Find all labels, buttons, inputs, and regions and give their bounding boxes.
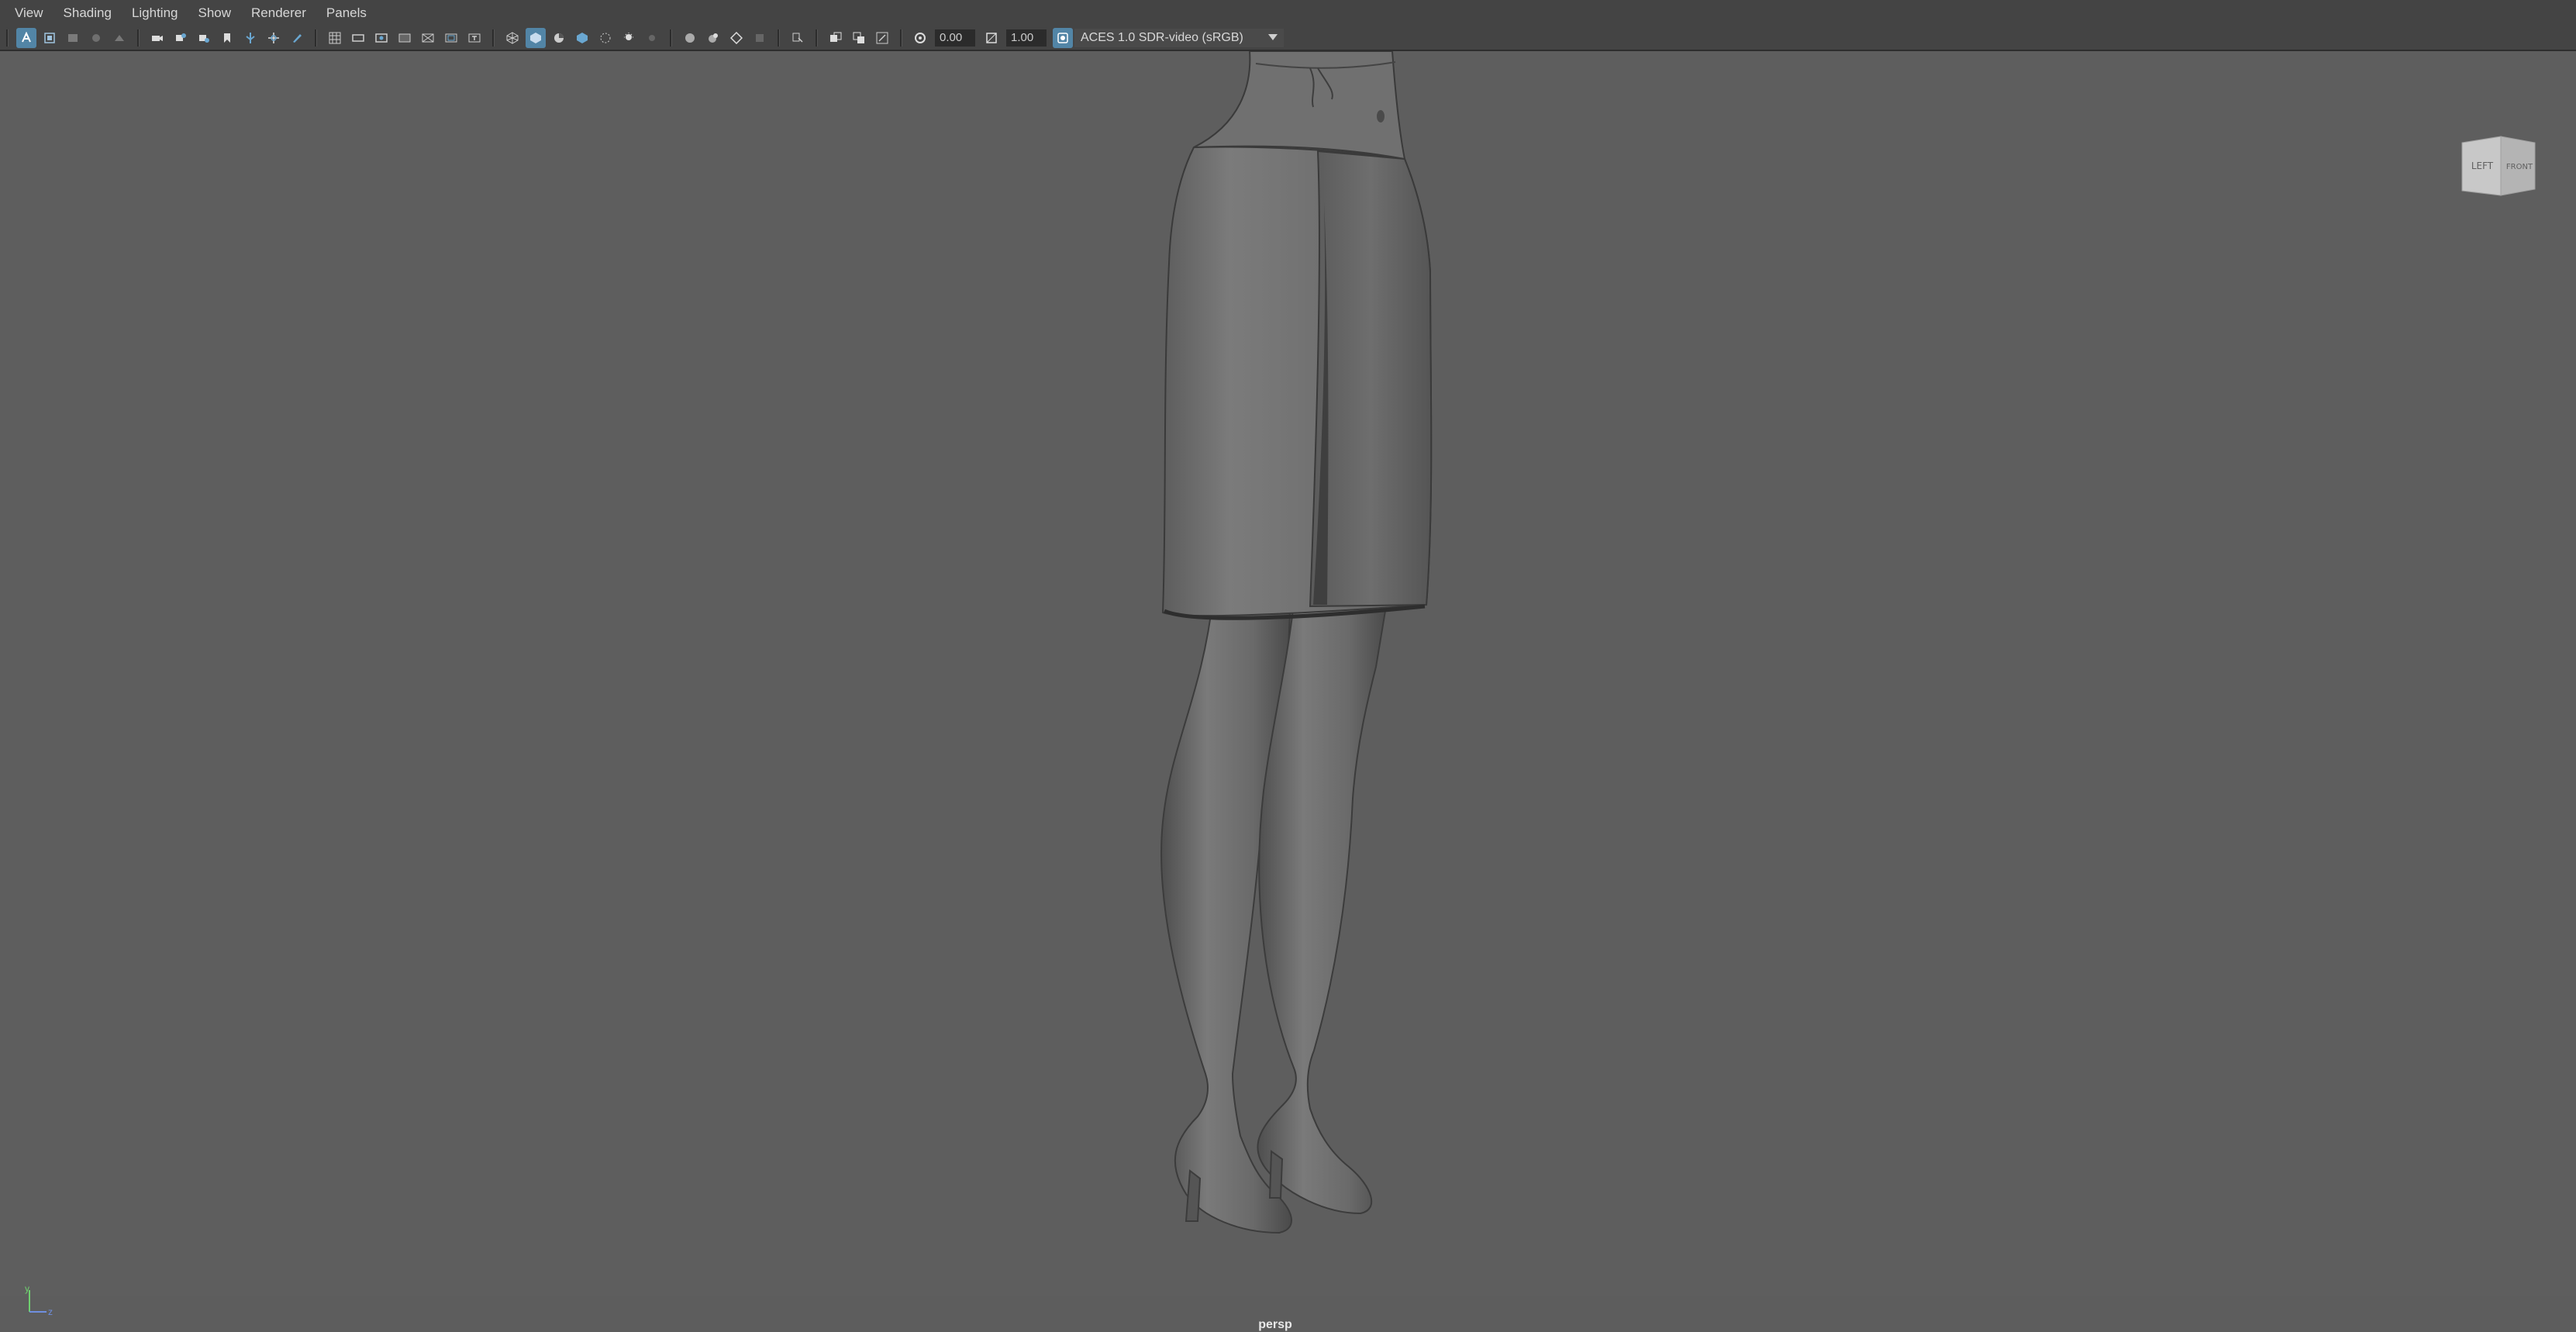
backface-culling-icon [876, 32, 888, 44]
isolate-select-icon [756, 34, 764, 42]
image-plane-icon [92, 34, 100, 42]
film-gate-button[interactable] [348, 28, 368, 48]
resolution-gate-icon [375, 33, 388, 43]
menu-view[interactable]: View [5, 0, 53, 26]
smooth-shade-icon [530, 33, 541, 43]
textured-icon [577, 33, 588, 43]
menu-lighting[interactable]: Lighting [122, 0, 188, 26]
viewport-menubar: View Shading Lighting Show Renderer Pane… [0, 0, 2576, 26]
2d-pan-zoom-icon [115, 35, 124, 41]
use-all-lights-icon [600, 33, 611, 43]
pan-zoom-toggle[interactable] [264, 28, 284, 48]
bookmarks-button[interactable] [63, 28, 83, 48]
camera-attributes-icon [44, 33, 55, 43]
gate-mask-icon [398, 33, 411, 43]
shadows-icon [624, 33, 633, 40]
use-all-lights-button[interactable] [595, 28, 616, 48]
color-space-label: ACES 1.0 SDR-video (sRGB) [1081, 31, 1243, 44]
viewcube[interactable]: LEFT FRONT [2460, 135, 2538, 200]
field-chart-icon [422, 33, 434, 43]
ambient-occlusion-button[interactable] [642, 28, 662, 48]
resolution-gate-button[interactable] [371, 28, 391, 48]
camera-setup-icon [199, 35, 209, 43]
safe-action-icon [445, 33, 457, 43]
bookmark-icon [224, 33, 230, 43]
gamma-icon [986, 33, 997, 43]
xray-active-button[interactable] [826, 28, 846, 48]
smooth-shade-button[interactable] [526, 28, 546, 48]
camera-name-label: persp [1258, 1318, 1292, 1331]
select-camera-icon [22, 32, 31, 43]
viewcube-icon: LEFT FRONT [2461, 136, 2536, 196]
image-plane-toggle[interactable] [240, 28, 260, 48]
exposure-field[interactable]: 0.00 [935, 29, 975, 47]
default-material-icon [554, 33, 564, 43]
menu-shading[interactable]: Shading [53, 0, 122, 26]
xray-active-icon [830, 32, 842, 42]
field-chart-button[interactable] [418, 28, 438, 48]
motion-blur-icon [685, 33, 695, 43]
scene-model [1160, 51, 1433, 1234]
gate-mask-button[interactable] [395, 28, 415, 48]
camera-button[interactable] [147, 28, 167, 48]
shadows-button[interactable] [619, 28, 639, 48]
depth-of-field-icon [730, 32, 743, 44]
bookmarks-icon [68, 34, 78, 42]
xray-joints-button[interactable] [849, 28, 869, 48]
axis-indicator: y z [20, 1283, 59, 1323]
xray-icon [792, 33, 803, 43]
exposure-icon [915, 33, 926, 43]
select-camera-button[interactable] [16, 28, 36, 48]
camera-sequence-icon [176, 33, 186, 41]
wireframe-button[interactable] [502, 28, 522, 48]
color-space-dropdown[interactable]: ACES 1.0 SDR-video (sRGB) [1074, 29, 1284, 47]
grease-pencil-button[interactable] [287, 28, 307, 48]
grid-icon [329, 32, 341, 44]
exposure-button[interactable] [910, 28, 930, 48]
pan-zoom-toggle-icon [268, 33, 279, 43]
anti-aliasing-button[interactable] [703, 28, 723, 48]
menu-panels[interactable]: Panels [316, 0, 377, 26]
image-plane-toggle-icon [246, 33, 255, 43]
axis-z-label: z [48, 1306, 53, 1317]
safe-title-button[interactable] [464, 28, 485, 48]
depth-of-field-button[interactable] [726, 28, 747, 48]
color-management-icon [1057, 33, 1068, 43]
2d-pan-zoom-button[interactable] [109, 28, 129, 48]
viewcube-front-label: FRONT [2506, 163, 2533, 171]
3d-viewport[interactable]: LEFT FRONT y z persp [0, 51, 2576, 1331]
backface-culling-button[interactable] [872, 28, 892, 48]
panel-toolbar: 0.00 1.00 ACES 1.0 SDR-video (sRGB) [0, 26, 2576, 51]
camera-icon [152, 36, 163, 41]
anti-aliasing-icon [709, 33, 718, 43]
menu-renderer[interactable]: Renderer [241, 0, 316, 26]
bookmark-button[interactable] [217, 28, 237, 48]
camera-setup-button[interactable] [194, 28, 214, 48]
viewcube-left-label: LEFT [2471, 160, 2494, 171]
color-management-button[interactable] [1053, 28, 1073, 48]
textured-button[interactable] [572, 28, 592, 48]
gamma-button[interactable] [981, 28, 1002, 48]
grease-pencil-icon [293, 34, 302, 43]
camera-sequence-button[interactable] [171, 28, 191, 48]
film-gate-icon [352, 34, 364, 42]
camera-attributes-button[interactable] [40, 28, 60, 48]
wireframe-icon [506, 32, 519, 44]
safe-title-icon [468, 33, 481, 43]
xray-button[interactable] [788, 28, 808, 48]
gamma-field[interactable]: 1.00 [1006, 29, 1047, 47]
grid-button[interactable] [325, 28, 345, 48]
chevron-down-icon [1268, 34, 1278, 40]
image-plane-button[interactable] [86, 28, 106, 48]
waistband [1193, 51, 1406, 160]
skirt [1161, 146, 1433, 620]
axis-y-label: y [25, 1284, 29, 1294]
isolate-select-button[interactable] [750, 28, 770, 48]
xray-joints-icon [853, 32, 864, 43]
menu-show[interactable]: Show [188, 0, 242, 26]
ambient-occlusion-icon [649, 35, 655, 41]
safe-action-button[interactable] [441, 28, 461, 48]
motion-blur-button[interactable] [680, 28, 700, 48]
default-material-button[interactable] [549, 28, 569, 48]
